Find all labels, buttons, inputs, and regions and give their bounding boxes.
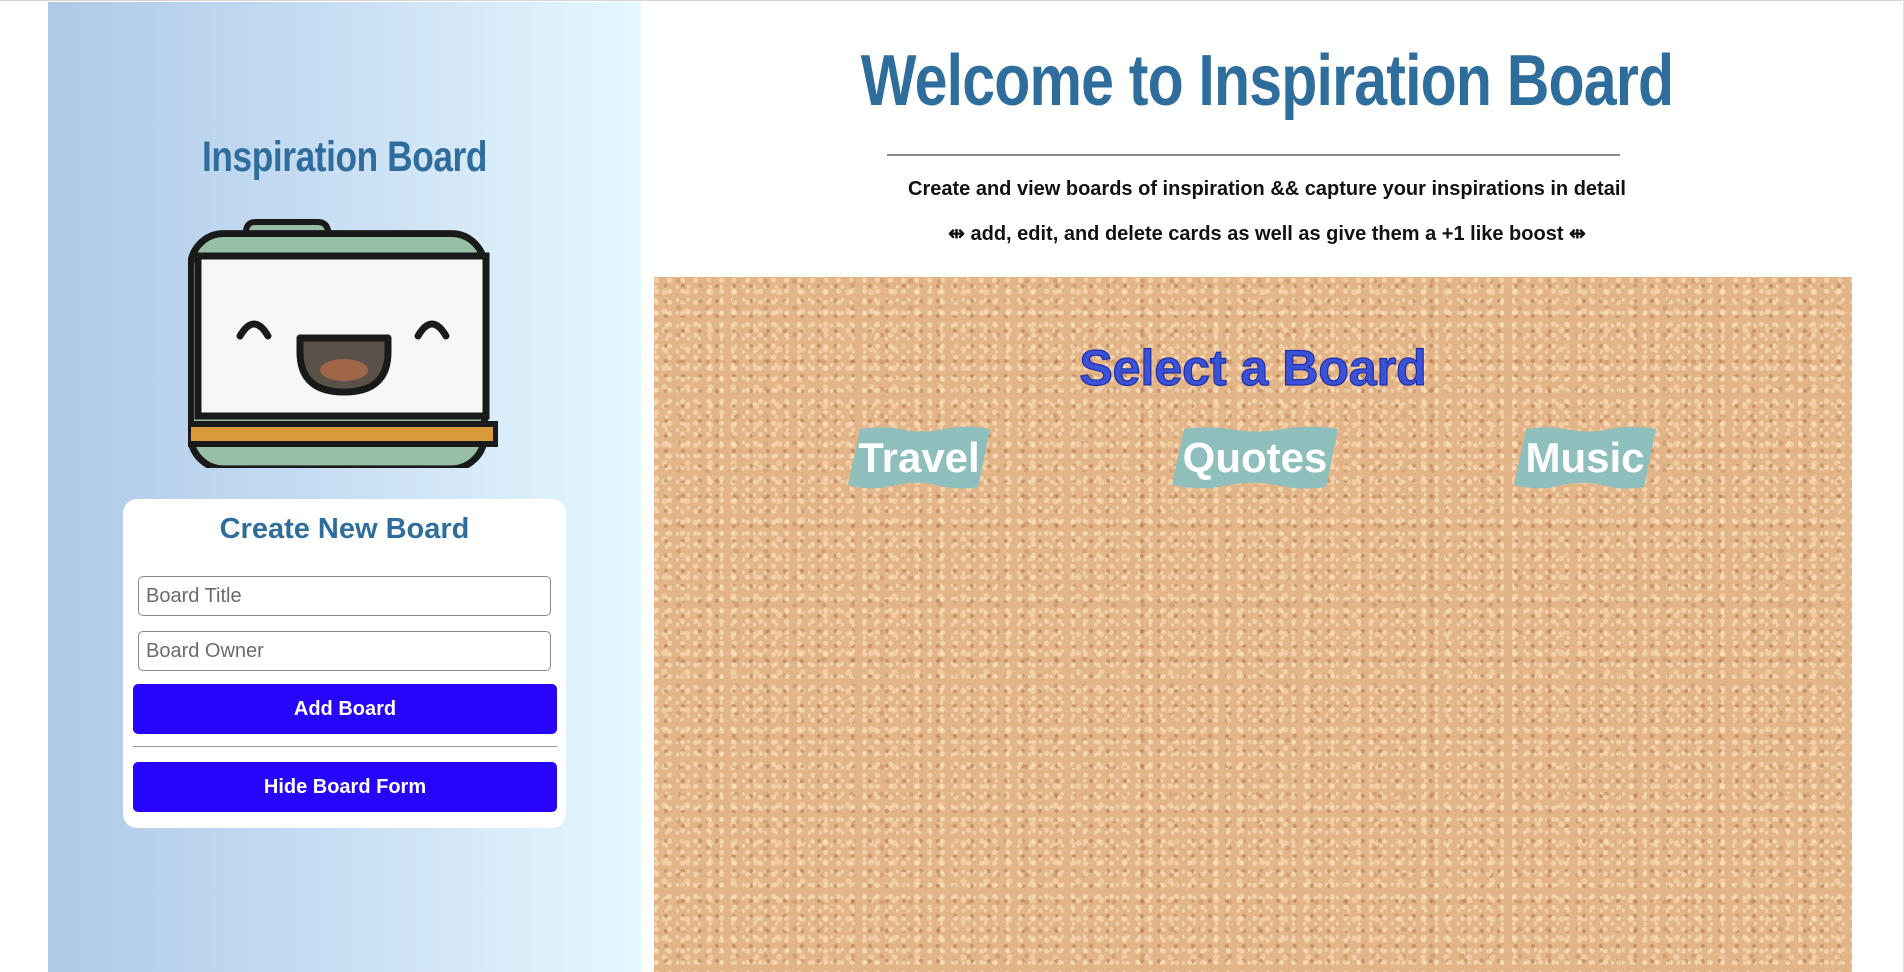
board-owner-input[interactable] xyxy=(138,631,551,671)
board-title-input[interactable] xyxy=(138,576,551,616)
window-top-border xyxy=(0,0,1904,1)
board-tag-travel[interactable]: Travel xyxy=(846,425,992,491)
add-board-button[interactable]: Add Board xyxy=(133,684,557,734)
smiling-folder-mascot-icon xyxy=(188,219,498,468)
form-divider xyxy=(133,746,557,747)
sidebar-title: Inspiration Board xyxy=(202,133,487,181)
form-title: Create New Board xyxy=(219,513,470,545)
board-tag-quotes[interactable]: Quotes xyxy=(1170,425,1340,491)
corkboard: Select a Board Travel Quotes Music xyxy=(654,277,1852,972)
select-board-title: Select a Board xyxy=(1079,339,1428,396)
create-board-form: Create New Board Add Board Hide Board Fo… xyxy=(123,499,566,828)
page-tagline: ⇹ add, edit, and delete cards as well as… xyxy=(948,223,1586,245)
page-title: Welcome to Inspiration Board xyxy=(860,41,1674,121)
title-divider xyxy=(887,154,1620,156)
hide-board-form-button[interactable]: Hide Board Form xyxy=(133,762,557,812)
board-label-music: Music xyxy=(1525,434,1645,481)
sidebar: Inspiration Board Create New Board Add B… xyxy=(48,2,641,972)
page-subtitle: Create and view boards of inspiration &&… xyxy=(908,178,1626,200)
board-tag-music[interactable]: Music xyxy=(1512,425,1658,491)
board-label-quotes: Quotes xyxy=(1182,434,1328,481)
board-label-travel: Travel xyxy=(858,434,980,481)
